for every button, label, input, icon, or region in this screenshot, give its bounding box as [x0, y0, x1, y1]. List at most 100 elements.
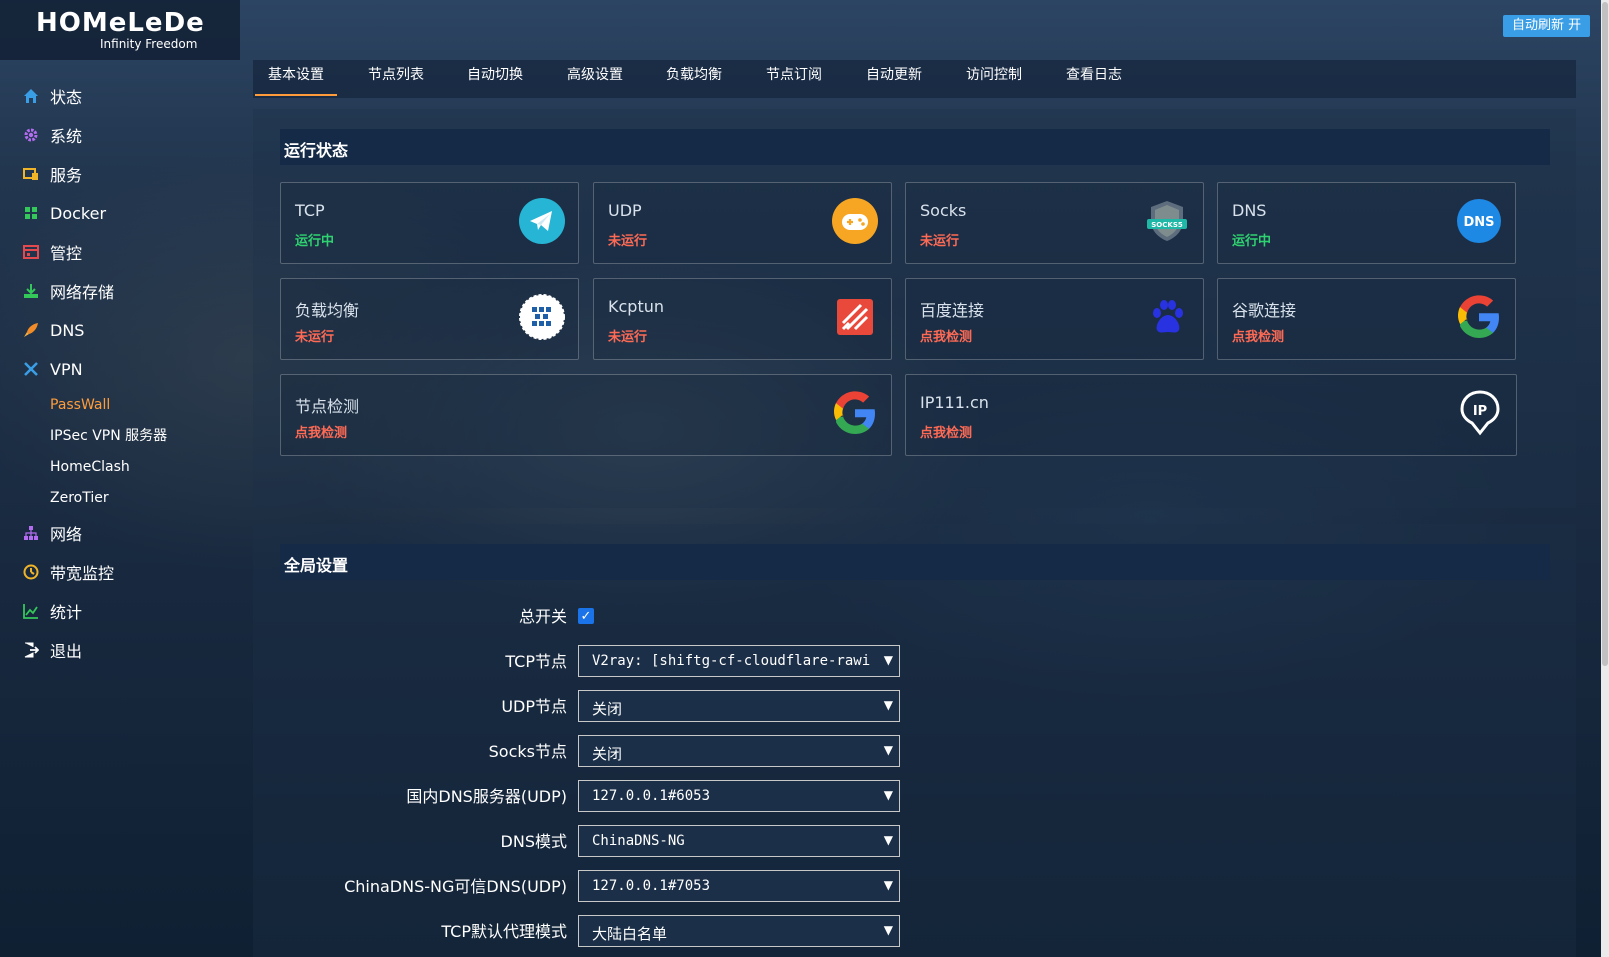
status-card-kcptun[interactable]: Kcptun 未运行 [593, 278, 892, 360]
sidebar-subitem-zerotier[interactable]: ZeroTier [50, 486, 109, 510]
sidebar-item-label: DNS [50, 320, 85, 340]
docker-icon [22, 204, 40, 222]
global-settings-panel: 全局设置 总开关 ✓ TCP节点 V2ray: [shiftg-cf-cloud… [253, 524, 1576, 957]
sidebar-item-label: VPN [50, 359, 83, 379]
sidebar-item-label: 网络存储 [50, 283, 115, 302]
sidebar-item-control[interactable]: 管控 [22, 237, 82, 267]
dns-mode-row: DNS模式 ChinaDNS-NG ▼ [253, 825, 1576, 859]
page-scrollbar[interactable] [1601, 0, 1609, 957]
tcp-node-select[interactable]: V2ray: [shiftg-cf-cloudflare-rawi ▼ [578, 645, 900, 677]
trusted-dns-row: ChinaDNS-NG可信DNS(UDP) 127.0.0.1#7053 ▼ [253, 870, 1576, 904]
home-icon [22, 87, 40, 105]
sidebar-subitem-ipsec[interactable]: IPSec VPN 服务器 [50, 424, 167, 448]
kcptun-icon [831, 293, 879, 341]
status-text: 未运行 [608, 234, 648, 249]
sidebar-item-vpn[interactable]: VPN [22, 354, 83, 384]
status-card-load-balance[interactable]: 负载均衡 未运行 [280, 278, 579, 360]
status-card-ip111[interactable]: IP111.cn 点我检测 IP [905, 374, 1517, 456]
status-text: 未运行 [608, 330, 648, 345]
sidebar-item-status[interactable]: 状态 [22, 81, 82, 111]
socks-node-select[interactable]: 关闭 ▼ [578, 735, 900, 767]
china-dns-label: 国内DNS服务器(UDP) [406, 787, 567, 806]
tab-node-list[interactable]: 节点列表 [355, 60, 437, 98]
sidebar-item-dns[interactable]: DNS [22, 315, 84, 345]
status-card-baidu[interactable]: 百度连接 点我检测 [905, 278, 1204, 360]
tab-auto-switch[interactable]: 自动切换 [454, 60, 536, 98]
china-dns-row: 国内DNS服务器(UDP) 127.0.0.1#6053 ▼ [253, 780, 1576, 814]
sidebar-item-label: 状态 [50, 88, 83, 107]
trusted-dns-label: ChinaDNS-NG可信DNS(UDP) [344, 877, 567, 896]
status-card-google[interactable]: 谷歌连接 点我检测 [1217, 278, 1516, 360]
sidebar-item-label: 网络 [50, 525, 83, 544]
sidebar-item-network[interactable]: 网络 [22, 518, 82, 548]
tcp-proxy-mode-row: TCP默认代理模式 大陆白名单 ▼ [253, 915, 1576, 949]
chevron-down-icon: ▼ [883, 923, 893, 937]
tab-view-log[interactable]: 查看日志 [1053, 60, 1135, 98]
sidebar-item-label: 管控 [50, 244, 83, 263]
rocket-icon [22, 321, 40, 339]
sidebar-item-system[interactable]: 系统 [22, 120, 82, 150]
status-text: 点我检测 [1232, 330, 1285, 345]
status-card-tcp[interactable]: TCP 运行中 [280, 182, 579, 264]
status-card-dns[interactable]: DNS 运行中 DNS [1217, 182, 1516, 264]
sidebar-item-stats[interactable]: 统计 [22, 596, 82, 626]
google-icon [1455, 293, 1503, 341]
tab-node-subscribe[interactable]: 节点订阅 [753, 60, 835, 98]
tab-bar: 基本设置 节点列表 自动切换 高级设置 负载均衡 节点订阅 自动更新 访问控制 … [253, 60, 1576, 98]
dns-icon: DNS [1455, 197, 1503, 245]
tcp-proxy-mode-select[interactable]: 大陆白名单 ▼ [578, 915, 900, 947]
dns-mode-label: DNS模式 [500, 832, 567, 851]
sidebar-item-bandwidth[interactable]: 带宽监控 [22, 557, 114, 587]
google-icon [831, 389, 879, 437]
ip-pin-icon: IP [1456, 389, 1504, 437]
status-text: 点我检测 [920, 330, 973, 345]
master-switch-row: 总开关 ✓ [253, 600, 1576, 634]
scrollbar-thumb[interactable] [1602, 2, 1608, 666]
gauge-icon [22, 563, 40, 581]
sidebar-subitem-passwall[interactable]: PassWall [50, 393, 110, 417]
gear-icon [22, 126, 40, 144]
chevron-down-icon: ▼ [883, 878, 893, 892]
tcp-node-row: TCP节点 V2ray: [shiftg-cf-cloudflare-rawi … [253, 645, 1576, 679]
tcp-node-label: TCP节点 [505, 652, 567, 671]
tab-load-balance[interactable]: 负载均衡 [653, 60, 735, 98]
sidebar-item-logout[interactable]: 退出 [22, 635, 82, 665]
storage-icon [22, 282, 40, 300]
logo[interactable]: HOMeLeDe Infinity Freedom [0, 0, 240, 60]
sidebar-item-services[interactable]: 服务 [22, 159, 82, 189]
logo-tagline: Infinity Freedom [100, 37, 198, 51]
sidebar: 状态 系统 服务 Docker 管控 网络存储 DNS VPN PassWall… [0, 60, 252, 957]
svg-text:IP: IP [1473, 404, 1487, 419]
tcp-proxy-mode-label: TCP默认代理模式 [441, 922, 567, 941]
auto-refresh-button[interactable]: 自动刷新 开 [1503, 15, 1591, 37]
tab-advanced-settings[interactable]: 高级设置 [554, 60, 636, 98]
sidebar-item-label: 服务 [50, 166, 83, 185]
dns-mode-select[interactable]: ChinaDNS-NG ▼ [578, 825, 900, 857]
svg-text:DNS: DNS [1463, 215, 1494, 230]
svg-text:SOCKS5: SOCKS5 [1151, 221, 1183, 229]
status-text: 运行中 [295, 234, 335, 249]
sidebar-subitem-homeclash[interactable]: HomeClash [50, 455, 130, 479]
sidebar-item-docker[interactable]: Docker [22, 198, 106, 228]
telegram-icon [518, 197, 566, 245]
udp-node-select[interactable]: 关闭 ▼ [578, 690, 900, 722]
master-switch-checkbox[interactable]: ✓ [578, 608, 594, 624]
status-card-udp[interactable]: UDP 未运行 [593, 182, 892, 264]
china-dns-select[interactable]: 127.0.0.1#6053 ▼ [578, 780, 900, 812]
trusted-dns-select[interactable]: 127.0.0.1#7053 ▼ [578, 870, 900, 902]
socks-node-label: Socks节点 [488, 742, 567, 761]
status-text: 点我检测 [920, 426, 973, 441]
status-text: 点我检测 [295, 426, 348, 441]
load-balance-icon [518, 293, 566, 341]
tab-access-control[interactable]: 访问控制 [953, 60, 1035, 98]
status-card-socks[interactable]: Socks 未运行 SOCKS5 [905, 182, 1204, 264]
status-card-node-check[interactable]: 节点检测 点我检测 [280, 374, 892, 456]
tab-auto-update[interactable]: 自动更新 [853, 60, 935, 98]
network-icon [22, 524, 40, 542]
udp-node-label: UDP节点 [501, 697, 567, 716]
chevron-down-icon: ▼ [883, 788, 893, 802]
logout-icon [22, 641, 40, 659]
sidebar-item-storage[interactable]: 网络存储 [22, 276, 114, 306]
baidu-paw-icon [1143, 293, 1191, 341]
tab-basic-settings[interactable]: 基本设置 [255, 60, 337, 98]
